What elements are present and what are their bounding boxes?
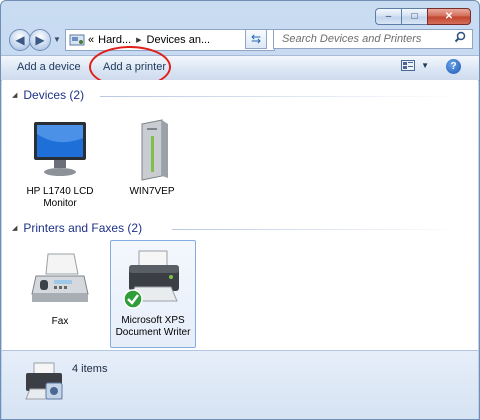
refresh-button[interactable]: ⇆ [245,29,267,49]
devices-and-printers-window: – □ ✕ ◀ ▶ ▼ « Hard... ▶ Devices an... ▼ … [0,0,480,420]
printer-label: Fax [51,316,69,327]
group-divider [172,229,462,230]
search-icon[interactable] [454,30,466,48]
back-arrow-icon: ◀ [15,33,25,47]
printer-tile[interactable]: Fax [18,248,102,328]
group-header-printers[interactable]: ◢ Printers and Faxes (2) [12,221,142,235]
forward-button[interactable]: ▶ [29,29,51,51]
help-button[interactable]: ? [446,59,461,74]
minimize-button[interactable]: – [375,8,401,25]
fax-icon [28,248,92,312]
collapse-triangle-icon[interactable]: ◢ [12,91,17,99]
computer-tower-icon [120,118,184,182]
close-button[interactable]: ✕ [427,8,471,25]
printer-tile[interactable]: Microsoft XPS Document Writer [110,240,196,348]
printer-label: Microsoft XPS Document Writer [115,315,191,338]
views-icon [401,60,416,71]
recent-pages-dropdown[interactable]: ▼ [53,35,61,44]
navigation-row: ◀ ▶ ▼ « Hard... ▶ Devices an... ▼ ⇆ [7,27,473,53]
breadcrumb-separator-icon[interactable]: ▶ [136,36,141,44]
collapse-triangle-icon[interactable]: ◢ [12,224,17,232]
group-title: Printers and Faxes (2) [23,221,143,235]
chevron-down-icon: ▼ [421,61,429,70]
device-label: WIN7VEP [129,186,175,197]
group-title: Devices (2) [23,88,85,102]
forward-arrow-icon: ▶ [35,33,45,47]
address-bar[interactable]: « Hard... ▶ Devices an... ▼ [65,29,275,51]
change-view-button[interactable]: ▼ [401,60,429,71]
group-divider [100,96,460,97]
default-checkmark-icon [123,289,143,309]
monitor-icon [28,118,92,182]
chevron-down-icon: ▼ [53,35,61,44]
search-box[interactable] [273,29,473,49]
search-input[interactable] [280,30,454,48]
command-bar: Add a device Add a printer ▼ ? [1,55,479,81]
details-pane: 4 items [2,350,478,419]
breadcrumb-hardware[interactable]: Hard... [98,34,131,46]
printer-icon [22,361,66,405]
device-tile[interactable]: HP L1740 LCD Monitor [18,118,102,210]
caption-buttons: – □ ✕ [375,8,471,25]
breadcrumb-devices[interactable]: Devices an... [147,34,211,46]
add-device-button[interactable]: Add a device [17,61,81,73]
refresh-icon: ⇆ [250,32,262,46]
device-tile[interactable]: WIN7VEP [110,118,194,198]
address-overflow-chevron[interactable]: « [88,34,94,46]
device-label: HP L1740 LCD Monitor [26,186,94,209]
maximize-button[interactable]: □ [401,8,427,25]
back-button[interactable]: ◀ [9,29,31,51]
control-panel-icon [69,33,85,47]
printer-icon [121,247,185,311]
device-list: ◢ Devices (2) HP L1740 LCD Monitor WIN7V… [2,80,478,350]
group-header-devices[interactable]: ◢ Devices (2) [12,88,84,102]
item-count: 4 items [72,363,108,375]
help-icon: ? [450,61,457,72]
